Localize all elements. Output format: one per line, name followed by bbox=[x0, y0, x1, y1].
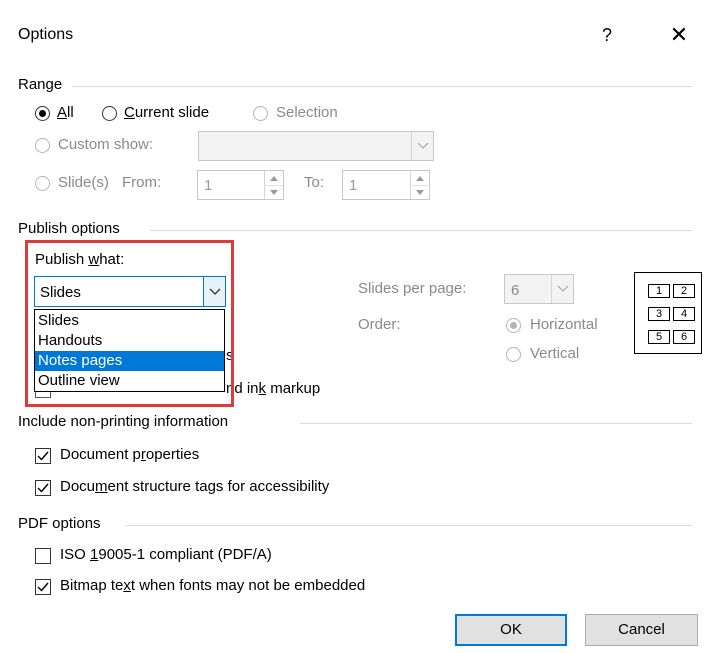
publish-divider bbox=[150, 230, 692, 231]
checkmark-icon bbox=[37, 451, 49, 461]
range-custom-show-label: Custom show: bbox=[58, 136, 154, 153]
annotation-highlight-box bbox=[25, 240, 234, 407]
title-bar: Options ? ✕ bbox=[0, 0, 705, 70]
help-button[interactable]: ? bbox=[592, 20, 622, 50]
slides-per-page-chevron-down-icon bbox=[551, 275, 573, 303]
order-label: Order: bbox=[358, 316, 401, 333]
range-custom-show-radio[interactable] bbox=[35, 138, 50, 153]
layout-cell: 5 bbox=[648, 330, 670, 344]
layout-cell: 6 bbox=[673, 330, 695, 344]
structure-tags-checkbox[interactable] bbox=[35, 480, 51, 496]
range-divider bbox=[72, 86, 692, 87]
cancel-button[interactable]: Cancel bbox=[585, 614, 698, 646]
dialog-title: Options bbox=[18, 26, 74, 43]
range-group-label: Range bbox=[18, 76, 63, 93]
range-selection-radio[interactable] bbox=[253, 106, 268, 121]
slides-per-page-label: Slides per page: bbox=[358, 280, 467, 297]
checkmark-icon bbox=[37, 483, 49, 493]
order-horizontal-radio[interactable] bbox=[506, 318, 521, 333]
nonprinting-divider bbox=[300, 423, 692, 424]
to-spinner[interactable]: 1 bbox=[342, 170, 430, 200]
range-all-radio[interactable] bbox=[35, 106, 50, 121]
order-horizontal-label: Horizontal bbox=[530, 316, 598, 333]
pdf-group-label: PDF options bbox=[18, 515, 101, 532]
page-layout-preview-icon: 1 2 3 4 5 6 bbox=[634, 272, 702, 354]
slides-per-page-value: 6 bbox=[511, 282, 520, 299]
hidden-partial-label-2: nd ink markup bbox=[226, 380, 321, 397]
custom-show-chevron-down-icon bbox=[411, 132, 433, 160]
to-label: To: bbox=[304, 174, 325, 191]
to-spin-up-icon[interactable] bbox=[411, 171, 429, 186]
ok-button[interactable]: OK bbox=[455, 614, 567, 646]
nonprinting-group-label: Include non-printing information bbox=[18, 413, 229, 430]
range-slides-radio[interactable] bbox=[35, 176, 50, 191]
order-vertical-radio[interactable] bbox=[506, 347, 521, 362]
order-vertical-label: Vertical bbox=[530, 345, 580, 362]
range-slides-label: Slide(s) bbox=[58, 174, 109, 191]
from-label: From: bbox=[122, 174, 162, 191]
from-value: 1 bbox=[204, 177, 213, 194]
options-dialog: Options ? ✕ Range All Current slide Sele… bbox=[0, 0, 705, 653]
range-current-slide-radio[interactable] bbox=[102, 106, 117, 121]
layout-cell: 4 bbox=[673, 307, 695, 321]
iso-compliant-label: ISO 19005-1 compliant (PDF/A) bbox=[60, 546, 272, 563]
range-all-label: All bbox=[57, 104, 74, 121]
custom-show-select[interactable] bbox=[198, 131, 434, 161]
layout-cell: 3 bbox=[648, 307, 670, 321]
from-spin-up-icon[interactable] bbox=[265, 171, 283, 186]
layout-cell: 1 bbox=[648, 284, 670, 298]
publish-group-label: Publish options bbox=[18, 220, 120, 237]
bitmap-text-checkbox[interactable] bbox=[35, 579, 51, 595]
range-current-slide-label: Current slide bbox=[124, 104, 210, 121]
structure-tags-label: Document structure tags for accessibilit… bbox=[60, 478, 330, 495]
to-spin-down-icon[interactable] bbox=[411, 185, 429, 199]
document-properties-checkbox[interactable] bbox=[35, 448, 51, 464]
from-spinner[interactable]: 1 bbox=[197, 170, 284, 200]
close-button[interactable]: ✕ bbox=[664, 20, 694, 50]
to-value: 1 bbox=[349, 177, 358, 194]
pdf-divider bbox=[126, 525, 692, 526]
iso-compliant-checkbox[interactable] bbox=[35, 548, 51, 564]
slides-per-page-select[interactable]: 6 bbox=[504, 274, 574, 304]
checkmark-icon bbox=[37, 582, 49, 592]
layout-cell: 2 bbox=[673, 284, 695, 298]
from-spin-down-icon[interactable] bbox=[265, 185, 283, 199]
range-selection-label: Selection bbox=[276, 104, 338, 121]
bitmap-text-label: Bitmap text when fonts may not be embedd… bbox=[60, 577, 366, 594]
document-properties-label: Document properties bbox=[60, 446, 200, 463]
